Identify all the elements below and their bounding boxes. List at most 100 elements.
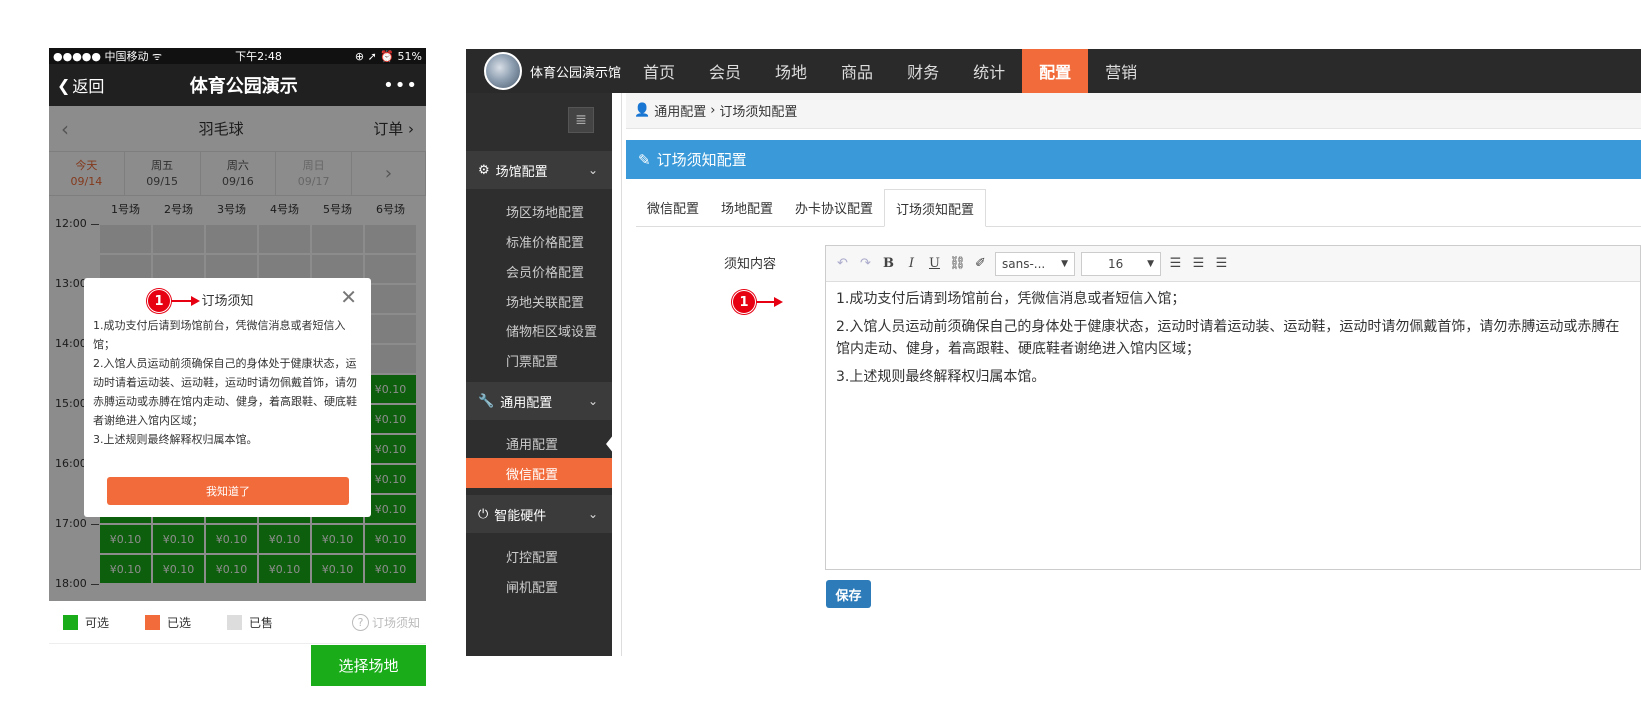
legend-sold: 已售 (227, 614, 273, 631)
caret-down-icon: ▼ (1147, 258, 1154, 269)
callout-number: 1 (732, 290, 756, 314)
sidebar: ≣ ⚙ 场馆配置 ⌄ 场区场地配置 标准价格配置 会员价格配置 场地关联配置 储… (466, 93, 614, 656)
arrow-right-icon (774, 297, 783, 307)
nav-finance[interactable]: 财务 (890, 49, 956, 93)
italic-icon[interactable]: I (903, 256, 920, 271)
power-icon: ⏻ (478, 506, 489, 522)
sidebar-group-smart-hardware[interactable]: ⏻ 智能硬件 ⌄ (466, 495, 612, 533)
tab-card-agreement[interactable]: 办卡协议配置 (784, 189, 884, 226)
callout-marker: 1 (147, 289, 200, 313)
legend-label: 可选 (85, 615, 110, 630)
bold-icon[interactable]: B (880, 256, 897, 271)
dialog-body: 1.成功支付后请到场馆前台，凭微信消息或者短信入馆； 2.入馆人员运动前须确保自… (93, 316, 362, 449)
tab-venue-config[interactable]: 场地配置 (710, 189, 784, 226)
group-label: 场馆配置 (495, 164, 548, 180)
back-label: 返回 (72, 77, 105, 96)
editor-content[interactable]: 1.成功支付后请到场馆前台，凭微信消息或者短信入馆； 2.入馆人员运动前须确保自… (826, 282, 1640, 400)
rule-line: 3.上述规则最终解释权归属本馆。 (836, 369, 1046, 385)
nav-venues[interactable]: 场地 (758, 49, 824, 93)
breadcrumb-separator: › (710, 103, 716, 118)
venue-logo (484, 52, 522, 90)
rule-line: 1.成功支付后请到场馆前台，凭微信消息或者短信入馆； (836, 291, 1186, 307)
nav-marketing[interactable]: 营销 (1088, 49, 1154, 93)
sidebar-item[interactable]: 灯控配置 (466, 541, 612, 571)
edit-icon: ✎ (638, 150, 651, 169)
legend-label: 已选 (167, 615, 192, 630)
booking-notice-dialog: 订场须知 ✕ 1.成功支付后请到场馆前台，凭微信消息或者短信入馆； 2.入馆人员… (84, 278, 371, 517)
swatch-sold (227, 614, 243, 630)
sidebar-group-general-config[interactable]: 🔧 通用配置 ⌄ (466, 382, 612, 420)
tab-booking-notice[interactable]: 订场须知配置 (884, 189, 987, 227)
legend: 可选 已选 已售 ? 订场须知 (49, 601, 426, 644)
sidebar-item[interactable]: 场地关联配置 (466, 286, 612, 316)
mobile-preview: ●●●●● 中国移动 ᯤ 下午2:48 ⊕ ➚ ⏰ 51% ❮ 返回 体育公园演… (49, 48, 426, 717)
brand[interactable]: 体育公园演示馆 (466, 49, 626, 93)
sidebar-item[interactable]: 会员价格配置 (466, 256, 612, 286)
legend-selected: 已选 (145, 614, 191, 631)
group-label: 通用配置 (500, 395, 553, 411)
font-family-select[interactable]: sans-... ▼ (995, 251, 1075, 276)
carrier-signal: ●●●●● 中国移动 ᯤ (53, 50, 163, 63)
font-size-select[interactable]: 16 ▼ (1081, 251, 1161, 276)
swatch-available (63, 614, 78, 630)
chevron-down-icon: ⌄ (587, 394, 598, 408)
nav-statistics[interactable]: 统计 (956, 49, 1022, 93)
gears-icon: ⚙ (478, 162, 490, 178)
battery-status: ⊕ ➚ ⏰ 51% (354, 49, 422, 63)
callout-line (756, 301, 774, 303)
sidebar-item[interactable]: 通用配置 (466, 428, 612, 458)
arrow-right-icon (191, 296, 200, 306)
nav-members[interactable]: 会员 (692, 49, 758, 93)
sidebar-item[interactable]: 标准价格配置 (466, 226, 612, 256)
rule-line: 2.入馆人员运动前须确保自己的身体处于健康状态，运动时请着运动装、运动鞋，运动时… (836, 319, 1620, 357)
swatch-selected (145, 614, 161, 630)
sidebar-item[interactable]: 门票配置 (466, 345, 612, 375)
config-tabs: 微信配置 场地配置 办卡协议配置 订场须知配置 (636, 189, 1641, 227)
nav-config[interactable]: 配置 (1022, 49, 1089, 93)
acknowledge-button[interactable]: 我知道了 (107, 477, 349, 505)
editor-toolbar: ↶ ↷ B I U ⛓ ✐ sans-... ▼ 16 ▼ ☰ ☰ ☰ (826, 246, 1640, 282)
link-icon[interactable]: ⛓ (949, 256, 966, 271)
legend-available: 可选 (63, 614, 109, 631)
caret-down-icon: ▼ (1061, 258, 1068, 269)
back-button[interactable]: ❮ 返回 (57, 73, 104, 97)
top-nav: 体育公园演示馆 首页 会员 场地 商品 财务 统计 配置 营销 (466, 49, 1641, 93)
more-menu-icon[interactable]: ••• (383, 75, 418, 96)
panel-header: ✎ 订场须知配置 (626, 140, 1641, 179)
notice-label: 订场须知 (371, 615, 420, 630)
active-pointer-icon (606, 434, 614, 454)
booking-notice-link[interactable]: ? 订场须知 (351, 613, 420, 631)
breadcrumb-parent[interactable]: 通用配置 (654, 101, 706, 120)
sidebar-group-venue-config[interactable]: ⚙ 场馆配置 ⌄ (466, 151, 612, 189)
content-divider (621, 93, 622, 656)
redo-icon[interactable]: ↷ (857, 256, 874, 271)
tab-wechat-config[interactable]: 微信配置 (636, 189, 710, 226)
rule-line: 2.入馆人员运动前须确保自己的身体处于健康状态，运动时请着运动装、运动鞋，运动时… (93, 357, 357, 427)
undo-icon[interactable]: ↶ (834, 256, 851, 271)
callout-marker: 1 (732, 290, 783, 314)
nav-products[interactable]: 商品 (824, 49, 890, 93)
align-left-icon[interactable]: ☰ (1167, 256, 1184, 271)
breadcrumb-current: 订场须知配置 (719, 105, 798, 120)
menu-toggle-icon[interactable]: ≣ (568, 107, 594, 133)
panel-title: 订场须知配置 (656, 151, 747, 169)
align-right-icon[interactable]: ☰ (1190, 256, 1207, 271)
rich-text-editor: ↶ ↷ B I U ⛓ ✐ sans-... ▼ 16 ▼ ☰ ☰ ☰ 1.成功… (825, 245, 1641, 570)
nav-home[interactable]: 首页 (626, 49, 692, 93)
close-icon[interactable]: ✕ (340, 287, 357, 307)
save-button[interactable]: 保存 (826, 580, 871, 608)
wechat-nav-bar: ❮ 返回 体育公园演示 ••• (49, 64, 426, 106)
sidebar-item-wechat-config[interactable]: 微信配置 (466, 458, 612, 488)
sidebar-item[interactable]: 储物柜区域设置 (466, 315, 612, 345)
eraser-icon[interactable]: ✐ (972, 256, 989, 271)
sidebar-item[interactable]: 场区场地配置 (466, 196, 612, 226)
page-title: 体育公园演示 (189, 76, 298, 97)
select-court-button[interactable]: 选择场地 (311, 645, 426, 686)
align-justify-icon[interactable]: ☰ (1213, 256, 1230, 271)
chevron-down-icon: ⌄ (587, 163, 598, 177)
underline-icon[interactable]: U (926, 256, 943, 271)
sidebar-item[interactable]: 闸机配置 (466, 571, 612, 601)
chevron-down-icon: ⌄ (587, 507, 598, 521)
user-icon: 👤 (634, 103, 651, 118)
status-bar: ●●●●● 中国移动 ᯤ 下午2:48 ⊕ ➚ ⏰ 51% (49, 48, 426, 64)
